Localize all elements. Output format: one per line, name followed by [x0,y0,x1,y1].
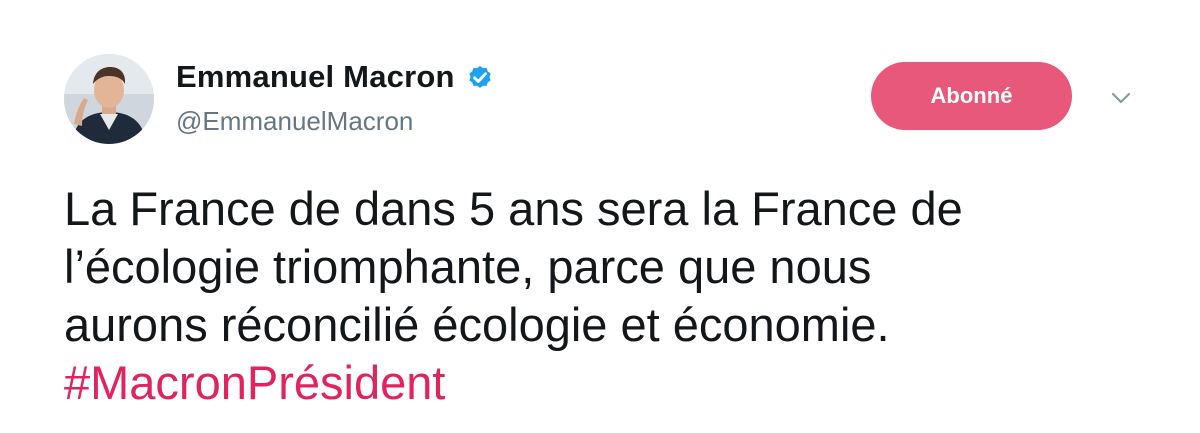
tweet-card: Emmanuel Macron @EmmanuelMacron Abonné L… [0,0,1200,433]
author-display-name[interactable]: Emmanuel Macron [176,59,455,95]
tweet-text-line: aurons réconcilié écologie et économie. [64,298,890,351]
tweet-text: La France de dans 5 ans sera la France d… [64,180,1164,412]
tweet-text-line: l’écologie triomphante, parce que nous [64,240,872,293]
hashtag-link[interactable]: #MacronPrésident [64,354,1164,412]
avatar-photo [64,54,154,144]
following-button[interactable]: Abonné [871,62,1072,130]
tweet-text-line: La France de dans 5 ans sera la France d… [64,182,963,235]
tweet-menu-button[interactable] [1108,88,1134,108]
verified-badge-icon [468,66,491,88]
avatar[interactable] [64,54,154,144]
author-handle[interactable]: @EmmanuelMacron [176,106,413,137]
chevron-down-icon [1111,92,1131,104]
author-name-row: Emmanuel Macron [176,58,495,96]
